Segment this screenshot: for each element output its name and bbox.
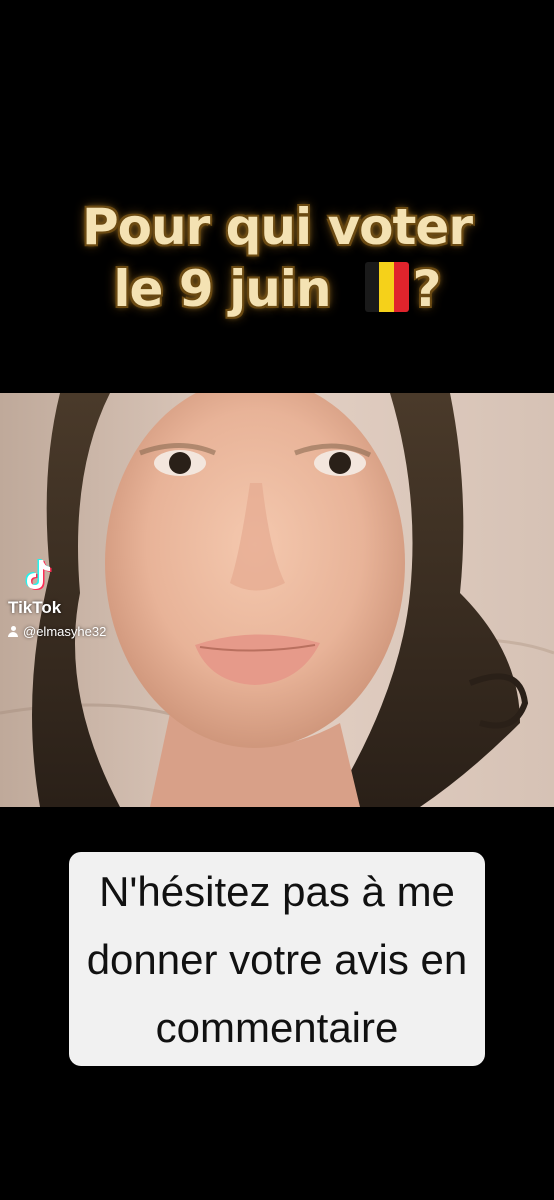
- caption-box: N'hésitez pas à me donner votre avis en …: [68, 852, 486, 1066]
- tiktok-watermark: TikTok @elmasyhe32: [8, 558, 106, 639]
- username-text: @elmasyhe32: [23, 624, 107, 639]
- tiktok-username[interactable]: @elmasyhe32: [8, 624, 106, 639]
- screen: Pour qui voter le 9 juin? TikTok @elmasy…: [0, 0, 554, 1200]
- flag-stripe-black: [364, 261, 380, 312]
- title-question-mark: ?: [412, 260, 442, 318]
- belgium-flag-icon: [364, 261, 409, 312]
- tiktok-app-name: TikTok: [8, 598, 62, 617]
- flag-stripe-red: [393, 261, 409, 312]
- caption-overlay: N'hésitez pas à me donner votre avis en …: [0, 852, 554, 1066]
- video-title-overlay: Pour qui voter le 9 juin?: [0, 196, 554, 320]
- caption-line-2: donner votre avis en: [86, 936, 468, 983]
- title-line-2: le 9 juin?: [0, 258, 554, 320]
- title-line-1: Pour qui voter: [81, 198, 473, 256]
- user-icon: [8, 626, 18, 637]
- caption-line-3: commentaire: [155, 1004, 399, 1051]
- flag-stripe-yellow: [379, 261, 394, 312]
- title-line-2-text: le 9 juin: [113, 260, 331, 318]
- tiktok-logo-icon: [22, 558, 62, 598]
- caption-line-1: N'hésitez pas à me: [99, 868, 455, 915]
